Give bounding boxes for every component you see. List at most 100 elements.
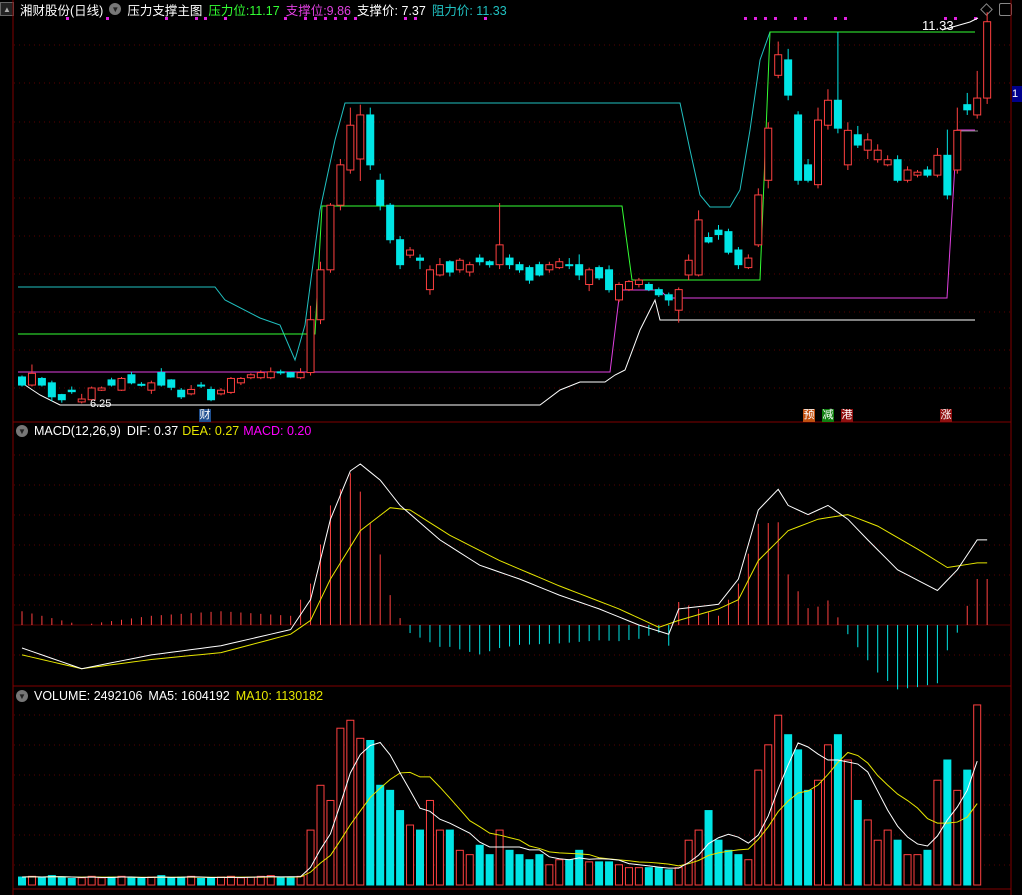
- candle-body: [585, 269, 594, 285]
- signal-dot: [744, 17, 747, 20]
- candle-body: [416, 257, 424, 261]
- pressure-line: [18, 31, 975, 335]
- candle-body: [664, 294, 673, 301]
- candle-body: [883, 159, 892, 166]
- marker-jian[interactable]: 减: [822, 409, 834, 422]
- candle-body: [77, 398, 86, 403]
- candle-body: [425, 269, 434, 291]
- candle-body: [565, 264, 574, 267]
- candle-body: [505, 257, 514, 266]
- marker-cai[interactable]: 财: [199, 409, 211, 422]
- signal-dot: [66, 17, 69, 20]
- candle-body: [485, 261, 494, 266]
- volume-bar: [535, 854, 544, 886]
- volume-bar: [137, 877, 146, 886]
- macd-dea: DEA: 0.27: [182, 424, 240, 438]
- candle-body: [913, 171, 922, 176]
- volume-bar: [953, 789, 962, 886]
- dea-line: [21, 507, 988, 670]
- volume-bar: [207, 877, 216, 886]
- candle-body: [157, 372, 166, 386]
- candle-body: [724, 231, 733, 253]
- volume-bar: [774, 714, 783, 886]
- candle-body: [346, 124, 355, 171]
- candle-body: [704, 237, 713, 243]
- volume-bar: [67, 877, 76, 886]
- volume-bar: [416, 829, 424, 886]
- candle-body: [127, 374, 136, 384]
- candle-body: [286, 372, 295, 378]
- volume-bar: [883, 829, 892, 886]
- volume-bar: [913, 854, 922, 886]
- volume-bar: [545, 864, 554, 886]
- signal-dot: [106, 17, 109, 20]
- candle-body: [27, 372, 36, 386]
- candle-body: [684, 259, 693, 276]
- volume-bar: [903, 854, 912, 886]
- volume-bar: [296, 875, 305, 886]
- volume-bar: [615, 864, 623, 886]
- volume-bar: [784, 734, 793, 886]
- candle-body: [525, 267, 534, 281]
- volume-bar: [177, 876, 186, 886]
- volume-bar: [197, 877, 206, 886]
- volume-bar: [714, 839, 723, 886]
- support-price-line: [24, 298, 975, 406]
- candle-body: [545, 264, 554, 271]
- candle-body: [495, 244, 504, 266]
- candle-body: [694, 219, 703, 276]
- candle-body: [396, 239, 405, 266]
- candle-body: [107, 379, 116, 386]
- candle-body: [973, 97, 982, 116]
- candle-body: [624, 281, 633, 291]
- macd-menu-icon[interactable]: ▼: [16, 425, 28, 437]
- volume-bar: [366, 739, 375, 886]
- signal-dot: [764, 17, 767, 20]
- volume-bar: [236, 877, 245, 886]
- candle-body: [217, 389, 225, 395]
- signal-dot: [334, 17, 337, 20]
- volume-bar: [973, 704, 982, 886]
- volume-bar: [843, 759, 852, 886]
- volume-bar: [565, 859, 574, 886]
- volume-bar: [674, 867, 683, 886]
- candle-body: [236, 377, 245, 384]
- candle-body: [814, 119, 822, 186]
- volume-menu-icon[interactable]: ▼: [16, 690, 28, 702]
- volume-bar: [963, 769, 972, 886]
- candle-body: [714, 229, 723, 236]
- signal-dot: [484, 17, 487, 20]
- volume-bar: [734, 854, 743, 886]
- candle-body: [823, 99, 832, 126]
- marker-zhang[interactable]: 涨: [940, 409, 952, 422]
- candle-body: [923, 169, 932, 176]
- signal-dot: [224, 17, 227, 20]
- candle-body: [406, 249, 415, 256]
- candle-body: [97, 387, 106, 391]
- candle-body: [37, 377, 46, 386]
- marker-gang[interactable]: 港: [841, 409, 853, 422]
- volume-bar: [147, 876, 156, 886]
- volume-bar: [814, 779, 822, 886]
- candle-body: [804, 164, 813, 181]
- volume-bar: [386, 789, 395, 886]
- volume-bar: [664, 869, 673, 886]
- volume-bar: [863, 819, 872, 886]
- signal-dot: [804, 17, 807, 20]
- macd-value: MACD: 0.20: [243, 424, 312, 438]
- candle-body: [595, 267, 604, 279]
- volume-bar: [455, 849, 464, 886]
- candle-body: [615, 283, 623, 301]
- volume-bar: [465, 854, 474, 886]
- signal-dot: [204, 17, 207, 20]
- signal-dot: [284, 17, 287, 20]
- kline-chart[interactable]: [0, 0, 1022, 895]
- signal-dot: [404, 17, 407, 20]
- candle-body: [187, 388, 196, 395]
- volume-bar: [585, 861, 594, 886]
- candle-body: [774, 54, 783, 76]
- candle-body: [435, 264, 444, 276]
- candle-body: [465, 264, 474, 273]
- candle-body: [893, 159, 902, 181]
- marker-yu[interactable]: 预: [803, 409, 815, 422]
